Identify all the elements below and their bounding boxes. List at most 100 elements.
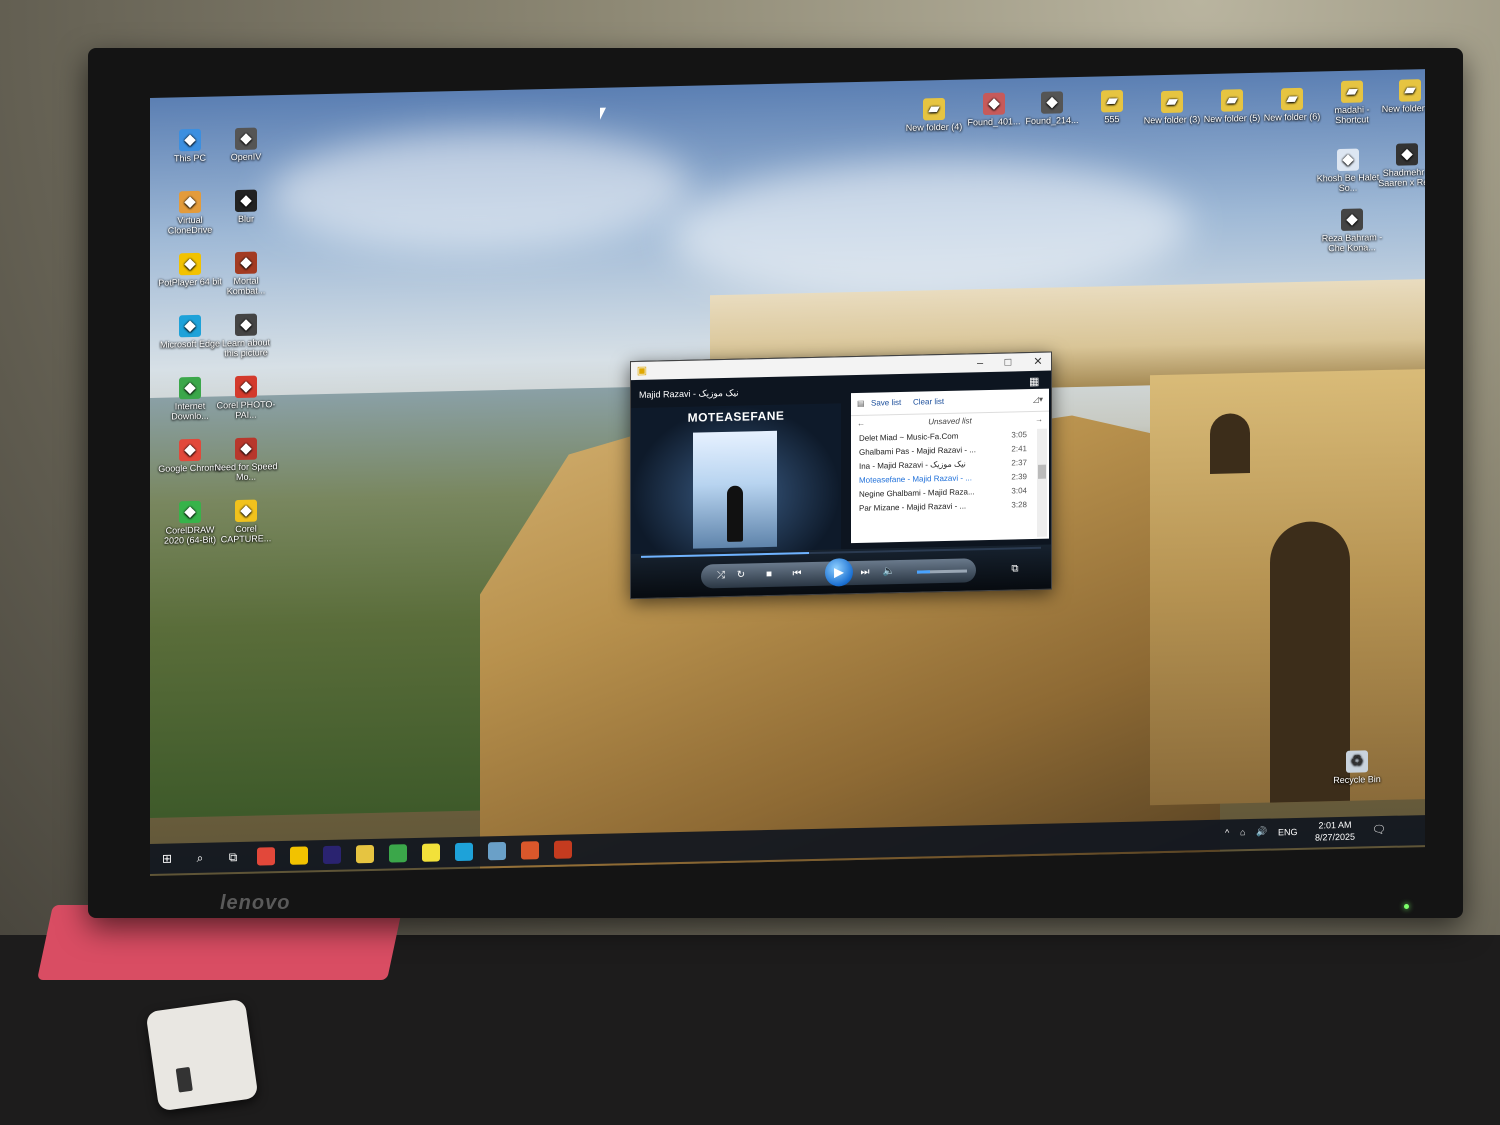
desktop-icon[interactable]: ▰ New folder (5) [1200,89,1264,124]
language-indicator[interactable]: ENG [1278,827,1298,837]
media-player-window[interactable]: ▣ – □ ✕ Majid Razavi - نیک موزیک MOTEASE… [630,351,1052,600]
stop-button[interactable]: ■ [761,567,777,583]
computer-icon: ◆ [179,128,201,152]
repeat-icon[interactable]: ↻ [733,567,749,583]
wallpaper-bridge [1150,369,1425,806]
desktop-icon-label: Blur [237,213,254,225]
maximize-button[interactable]: □ [1001,355,1015,369]
app-icon[interactable] [488,841,506,861]
desktop-icon[interactable]: ◆ Blur [214,189,278,224]
window-titlebar[interactable]: ▣ – □ ✕ [631,352,1051,381]
desktop-icon-recycle-bin[interactable]: ♻ Recycle Bin [1325,750,1389,785]
blur-icon: ◆ [235,189,257,213]
desktop-icon[interactable]: ▰ madahi - Shortcut [1320,80,1384,125]
network-icon[interactable]: ⌂ [1240,827,1245,837]
sticky-notes-icon[interactable] [422,843,440,862]
chrome-icon[interactable] [257,847,275,866]
camera-icon: ◆ [235,313,257,337]
cloud [270,125,690,256]
track-duration: 3:04 [1011,486,1027,496]
save-icon: ▤ [857,398,865,408]
playlist-scrollbar[interactable] [1037,428,1047,537]
clear-list-button[interactable]: Clear list [913,397,944,407]
desktop-icon-label: New folder (5) [1203,112,1261,125]
game-icon[interactable] [521,841,539,860]
desktop-icon[interactable]: ◆ Need for Speed Mo... [214,437,278,482]
back-arrow-icon[interactable]: ← [857,416,865,432]
idm-icon[interactable] [389,844,407,863]
folder-icon: ▰ [1161,90,1183,114]
desktop-icon[interactable]: ◆ PotPlayer 64 bit [158,252,222,288]
sheep-icon: ◆ [179,190,201,214]
folder-icon: ▰ [1101,89,1123,113]
start-icon[interactable]: ⊞ [158,849,176,867]
desktop-icon[interactable]: ◆ Reza Bahram - Che Kona... [1320,208,1384,253]
game-icon[interactable] [554,840,572,859]
clock-date[interactable]: 8/27/2025 [1310,832,1360,843]
layout-switch-icon[interactable]: ▦ [1029,375,1039,388]
desktop-icon[interactable]: ◆ Khosh Be Halet So... [1316,148,1380,193]
cloud [670,154,1190,307]
desktop-icon-label: New folder (2) [1381,103,1425,115]
desktop-icon[interactable]: ◆ This PC [158,128,222,163]
desktop-icon[interactable]: ◆ OpenIV [214,127,278,162]
previous-button[interactable]: ⏮ [789,566,805,582]
folder-icon: ▰ [1221,89,1243,112]
desktop-icon[interactable]: ◆ Found_214... [1020,91,1084,126]
desktop-icon[interactable]: ◆ Google Chrome [158,438,222,474]
media-player-icon[interactable] [290,846,308,865]
desktop-icon-label: New folder (3) [1143,114,1201,126]
desktop-icon[interactable]: ▰ 555 [1080,89,1144,124]
track-duration: 3:05 [1011,430,1027,440]
desktop-icon[interactable]: ◆ Found_401... [962,92,1026,127]
monitor-brand-logo: lenovo [220,892,291,914]
desktop-icon[interactable]: ◆ Virtual CloneDrive [158,190,222,236]
folder-icon: ▰ [923,97,945,121]
desktop-icon[interactable]: ▰New folder (2) [1378,79,1425,114]
mini-mode-icon[interactable]: ⧉ [1007,561,1023,577]
desktop-icon[interactable]: ◆ Mortal Kombat... [214,251,278,296]
desktop-icon[interactable]: ◆ Corel PHOTO-PAI... [214,375,278,420]
file-explorer-icon[interactable] [356,844,374,864]
edge-icon[interactable] [455,842,473,862]
openiv-icon: ◆ [235,127,257,151]
next-button[interactable]: ⏭ [857,565,873,581]
nfs-icon: ◆ [235,437,257,461]
shuffle-icon[interactable]: ⤮ [713,568,729,584]
power-led [1404,904,1409,909]
list-options-icon[interactable]: ◿▾ [1033,395,1043,404]
desktop-icon-label: Need for Speed Mo... [214,461,278,483]
desktop-icon-label: Mortal Kombat... [226,275,266,297]
task-view-icon[interactable]: ⧉ [224,848,242,866]
volume-slider-fill [917,570,930,574]
desktop-icon[interactable]: ▰ New folder (4) [902,97,966,133]
desktop-icon-label: Internet Downlo... [171,400,209,422]
save-list-button[interactable]: Save list [871,398,901,408]
desktop-icon-label: CorelDRAW 2020 (64-Bit) [163,524,217,546]
desktop-icon[interactable]: ◆ CorelDRAW 2020 (64-Bit) [158,500,222,546]
premiere-icon[interactable] [323,845,341,865]
speaker-icon[interactable]: 🔊 [1256,827,1267,838]
chrome-icon: ◆ [179,438,201,462]
edge-icon: ◆ [179,314,201,338]
desktop-icon[interactable]: ◆ Internet Downlo... [158,376,222,422]
desktop-icon[interactable]: ◆ Microsoft Edge [158,314,222,350]
volume-icon[interactable]: 🔈 [881,564,897,580]
close-button[interactable]: ✕ [1031,355,1045,369]
desktop-icon-label: madahi - Shortcut [1334,104,1370,126]
desktop-icon[interactable]: ◆Shadmehr x Saaren x Re... [1375,143,1425,188]
scrollbar-thumb[interactable] [1038,464,1046,479]
desktop-icon[interactable]: ▰ New folder (6) [1260,87,1324,123]
desktop-icon[interactable]: ▰ New folder (3) [1140,90,1204,125]
search-icon[interactable]: ⌕ [191,849,209,867]
forward-arrow-icon[interactable]: → [1035,412,1043,428]
minimize-button[interactable]: – [973,356,987,370]
desktop-icon[interactable]: ◆ Corel CAPTURE... [214,499,278,544]
clock-time[interactable]: 2:01 AM [1310,820,1360,831]
desktop-icon-label: Khosh Be Halet So... [1316,172,1380,194]
track-title: Par Mizane - Majid Razavi - ... [859,501,967,513]
tray-chevron-icon[interactable]: ^ [1225,828,1229,838]
desktop-icon[interactable]: ◆ Learn about this picture [214,313,278,358]
notifications-icon[interactable]: 🗨 [1372,823,1386,836]
desktop-icon-label: Found_401... [967,116,1021,128]
